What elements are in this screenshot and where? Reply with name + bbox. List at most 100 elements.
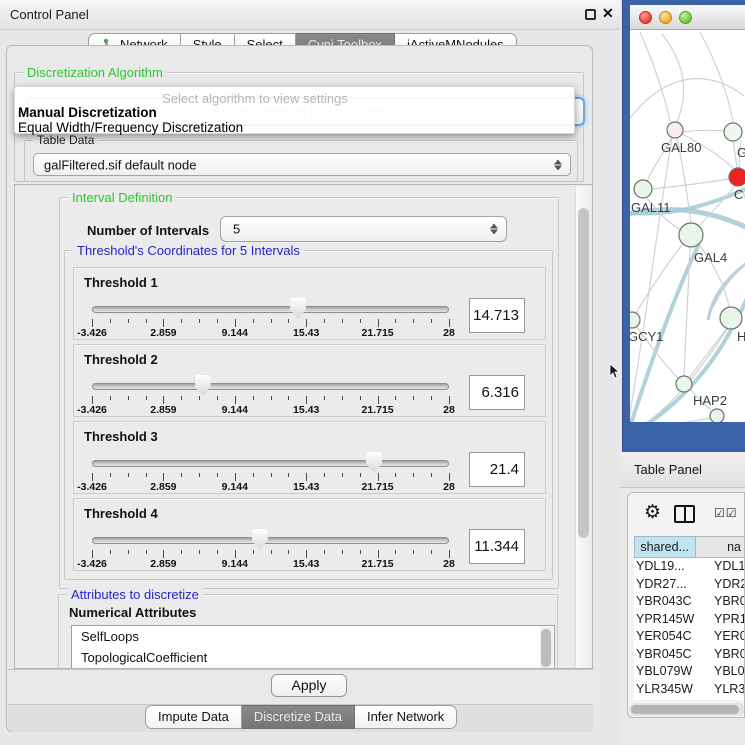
threshold-slider: -3.4262.8599.14415.4321.71528 <box>92 345 449 418</box>
number-of-intervals-value: 5 <box>233 222 240 237</box>
popup-item[interactable]: Manual Discretization <box>18 105 157 120</box>
attribute-item[interactable]: TopologicalCoefficient <box>72 647 554 668</box>
cell-shared-name: YBL079W <box>634 663 711 681</box>
combo-stepper-icon <box>490 224 498 235</box>
list-scrollbar[interactable] <box>540 627 553 669</box>
number-of-intervals-combobox[interactable]: 5 <box>220 216 507 242</box>
table-row[interactable]: YBR043CYBR0 <box>634 593 745 611</box>
tab-discretize-data[interactable]: Discretize Data <box>242 705 355 729</box>
horizontal-scrollbar-thumb[interactable] <box>631 705 739 714</box>
table-header-row: shared... na <box>634 536 745 558</box>
tab-label: Discretize Data <box>254 706 342 728</box>
network-node[interactable] <box>679 223 703 247</box>
threshold-slider-thumb[interactable] <box>252 529 268 550</box>
attributes-group: Attributes to discretize Numerical Attri… <box>58 594 558 669</box>
slider-tick-labels: -3.4262.8599.14415.4321.71528 <box>92 404 449 416</box>
network-node[interactable] <box>720 307 742 329</box>
node-label: GAL11 <box>631 200 671 215</box>
table-panel-titlebar: Table Panel <box>620 452 745 488</box>
table-data-combobox[interactable]: galFiltered.sif default node <box>33 153 571 176</box>
table-row[interactable]: YIL052CYIL0 <box>634 698 745 700</box>
node-table: shared... na YDL19...YDL1YDR27...YDR2YBR… <box>634 536 745 558</box>
close-icon[interactable]: ✕ <box>602 5 614 22</box>
table-row[interactable]: YER054CYER0 <box>634 628 745 646</box>
slider-tick-labels: -3.4262.8599.14415.4321.71528 <box>92 481 449 493</box>
cell-name: YDL1 <box>711 558 745 576</box>
float-window-icon[interactable] <box>585 9 596 20</box>
threshold-value-field[interactable]: 11.344 <box>469 529 525 564</box>
attribute-item[interactable]: SelfLoops <box>72 626 554 647</box>
threshold-slider-thumb[interactable] <box>366 452 382 473</box>
threshold-slider: -3.4262.8599.14415.4321.71528 <box>92 499 449 572</box>
table-panel: ⚙ ☑☑ shared... na YDL19...YDL1YDR27...YD… <box>620 488 745 745</box>
threshold-value-field[interactable]: 21.4 <box>469 452 525 487</box>
horizontal-scrollbar[interactable] <box>629 703 745 716</box>
cell-shared-name: YLR345W <box>634 681 711 699</box>
minimize-traffic-light-icon[interactable] <box>659 11 672 24</box>
node-label: GAL4 <box>694 250 727 265</box>
vertical-scrollbar[interactable] <box>575 186 591 669</box>
network-node[interactable] <box>724 123 742 141</box>
tab-impute-data[interactable]: Impute Data <box>145 705 242 729</box>
network-canvas[interactable]: GAL80GACGAL11GAL4GCY1HHAP2 <box>630 30 745 422</box>
threshold-panel: Threshold 4 -3.4262.8599.14415.4321.7152… <box>73 498 546 571</box>
threshold-slider-track[interactable] <box>92 383 449 390</box>
discretization-algorithm-title: Discretization Algorithm <box>23 65 167 80</box>
panel-title: Control Panel <box>10 7 89 22</box>
vertical-scrollbar-thumb[interactable] <box>578 208 589 538</box>
thresholds-group-title: Threshold's Coordinates for 5 Intervals <box>73 243 304 258</box>
network-window-titlebar[interactable] <box>630 5 745 30</box>
apply-button[interactable]: Apply <box>271 674 347 697</box>
select-columns-icons[interactable]: ☑☑ <box>714 506 738 520</box>
threshold-slider-track[interactable] <box>92 537 449 544</box>
table-row[interactable]: YBL079WYBL0 <box>634 663 745 681</box>
threshold-panel: Threshold 2 -3.4262.8599.14415.4321.7152… <box>73 344 546 417</box>
table-row[interactable]: YDR27...YDR2 <box>634 576 745 594</box>
cell-name: YBR0 <box>711 646 745 664</box>
cell-name: YBR0 <box>711 593 745 611</box>
cell-name: YER0 <box>711 628 745 646</box>
numerical-attributes-label: Numerical Attributes <box>69 605 196 620</box>
attributes-group-title: Attributes to discretize <box>67 587 203 602</box>
threshold-slider-track[interactable] <box>92 306 449 313</box>
table-rows: YDL19...YDL1YDR27...YDR2YBR043CYBR0YPR14… <box>634 558 745 700</box>
algorithm-dropdown-popup: Select algorithm to view settings Manual… <box>14 86 575 134</box>
close-traffic-light-icon[interactable] <box>639 11 652 24</box>
apply-bar: Apply <box>8 669 593 704</box>
slider-tick-labels: -3.4262.8599.14415.4321.71528 <box>92 327 449 339</box>
cell-name: YDR2 <box>711 576 745 594</box>
network-node[interactable] <box>729 168 745 186</box>
network-node[interactable] <box>710 409 724 422</box>
slider-ticks <box>92 473 449 481</box>
threshold-value-field[interactable]: 6.316 <box>469 375 525 410</box>
threshold-slider-thumb[interactable] <box>195 375 211 396</box>
table-row[interactable]: YPR145WYPR1 <box>634 611 745 629</box>
threshold-panel: Threshold 3 -3.4262.8599.14415.4321.7152… <box>73 421 546 494</box>
interval-definition-title: Interval Definition <box>68 190 176 205</box>
threshold-slider-track[interactable] <box>92 460 449 467</box>
node-label: GA <box>737 145 745 160</box>
slider-tick-labels: -3.4262.8599.14415.4321.71528 <box>92 558 449 570</box>
network-node[interactable] <box>676 376 692 392</box>
settings-scrollpane: Interval Definition Number of Intervals … <box>14 184 593 669</box>
column-layout-icon[interactable] <box>674 505 695 523</box>
column-header-shared-name[interactable]: shared... <box>634 536 696 558</box>
threshold-value-field[interactable]: 14.713 <box>469 298 525 333</box>
network-node[interactable] <box>667 122 683 138</box>
network-node[interactable] <box>630 312 640 328</box>
table-row[interactable]: YLR345WYLR3 <box>634 681 745 699</box>
threshold-slider: -3.4262.8599.14415.4321.71528 <box>92 422 449 495</box>
numerical-attributes-list[interactable]: SelfLoopsTopologicalCoefficientBetweenne… <box>71 625 555 669</box>
threshold-slider-thumb[interactable] <box>290 298 306 319</box>
table-row[interactable]: YBR045CYBR0 <box>634 646 745 664</box>
network-node[interactable] <box>634 180 652 198</box>
column-header-name[interactable]: na <box>696 536 745 558</box>
list-scrollbar-thumb[interactable] <box>541 629 551 667</box>
table-data-value: galFiltered.sif default node <box>44 157 196 172</box>
tab-infer-network[interactable]: Infer Network <box>355 705 457 729</box>
control-panel-titlebar: Control Panel ✕ <box>0 0 620 30</box>
table-row[interactable]: YDL19...YDL1 <box>634 558 745 576</box>
zoom-traffic-light-icon[interactable] <box>679 11 692 24</box>
gear-icon[interactable]: ⚙ <box>644 501 661 524</box>
popup-item[interactable]: Equal Width/Frequency Discretization <box>18 120 243 135</box>
